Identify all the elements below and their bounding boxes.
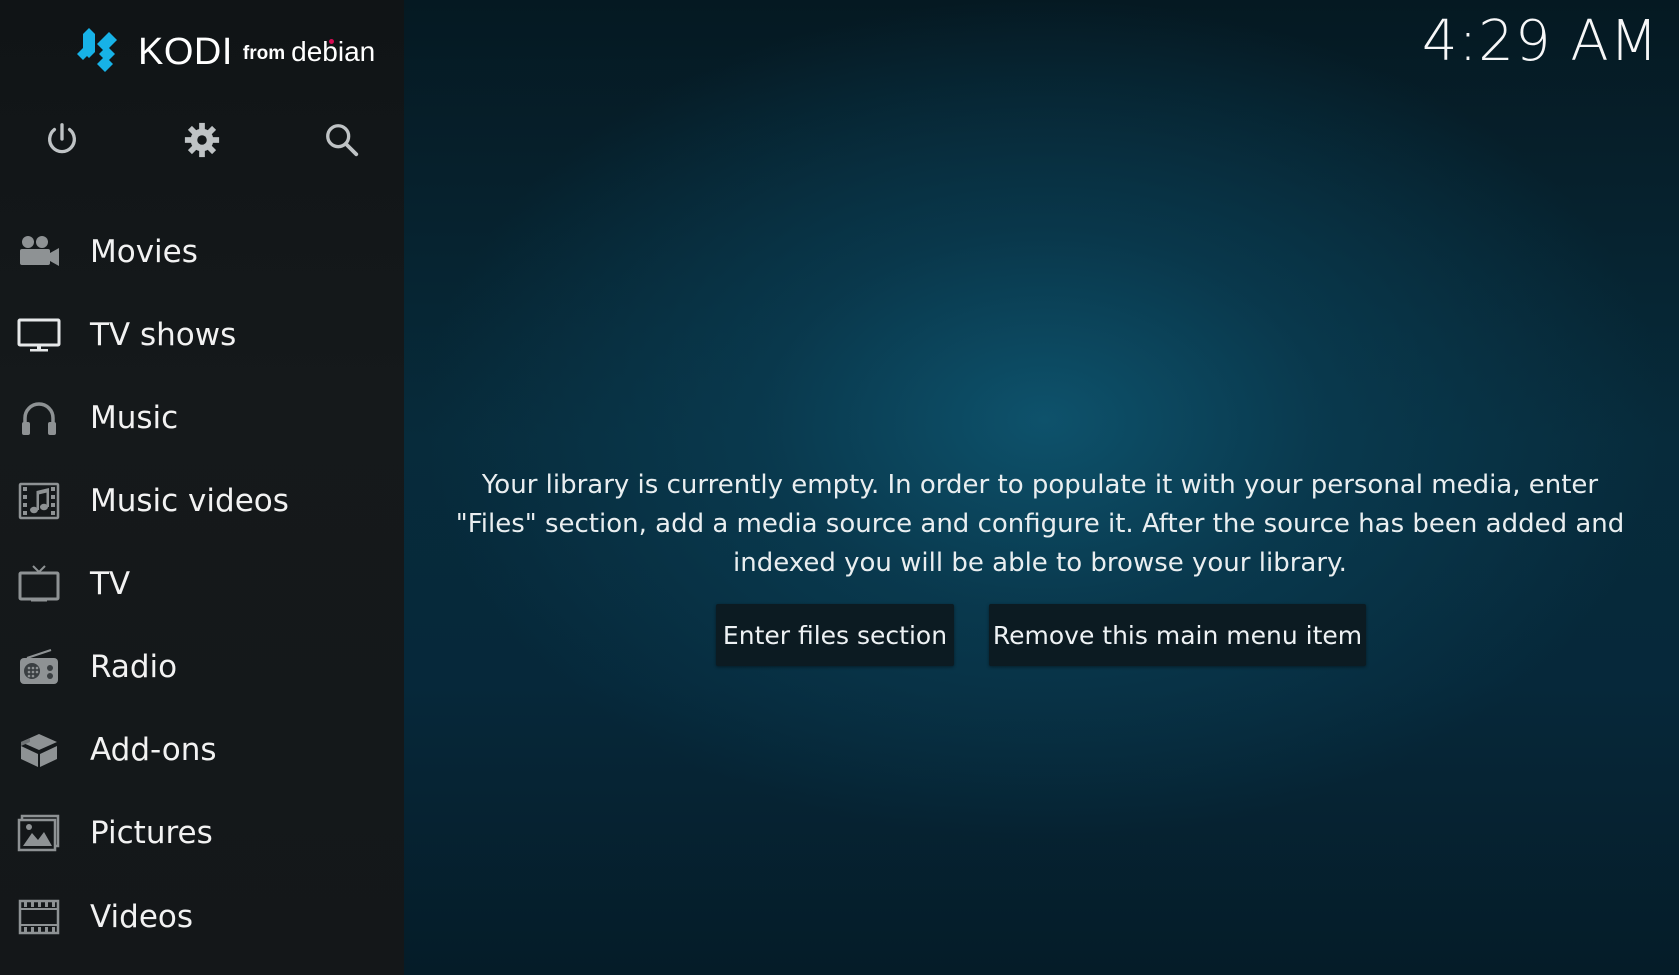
sidebar-item-label: Radio: [90, 648, 178, 685]
sidebar-item-movies[interactable]: Movies: [0, 222, 404, 282]
sidebar-item-pictures[interactable]: Pictures: [0, 803, 404, 863]
sidebar-item-music[interactable]: Music: [0, 388, 404, 448]
sidebar-item-label: Movies: [90, 233, 198, 270]
sidebar-item-label: Pictures: [90, 814, 213, 851]
sidebar-item-label: Videos: [90, 898, 194, 935]
sidebar-item-tv-shows[interactable]: TV shows: [0, 305, 404, 365]
addons-box-icon: [16, 730, 62, 770]
tv-antenna-icon: [16, 564, 62, 604]
picture-icon: [16, 813, 62, 853]
search-icon: [326, 124, 359, 157]
sidebar-item-label: Music videos: [90, 482, 289, 519]
kodi-logo: KODI from debian: [76, 26, 375, 78]
sidebar-item-tv[interactable]: TV: [0, 554, 404, 614]
sidebar-item-radio[interactable]: Radio: [0, 637, 404, 697]
remove-main-menu-item-button[interactable]: Remove this main menu item: [989, 604, 1366, 666]
kodi-wordmark: KODI: [138, 31, 233, 73]
logo-from-text: from: [242, 42, 286, 64]
sidebar-item-videos[interactable]: Videos: [0, 887, 404, 947]
search-button[interactable]: [320, 118, 364, 162]
sidebar-item-label: TV shows: [90, 316, 237, 353]
settings-button[interactable]: [180, 118, 224, 162]
music-video-icon: [16, 481, 62, 521]
sidebar-item-label: Add-ons: [90, 731, 217, 768]
sidebar: KODI from debian Movies TV shows Music M…: [0, 0, 404, 975]
logo-debian-text: debian: [291, 36, 376, 67]
sidebar-item-addons[interactable]: Add-ons: [0, 720, 404, 780]
radio-icon: [16, 647, 62, 687]
sidebar-item-label: Music: [90, 399, 179, 436]
movie-camera-icon: [16, 232, 62, 272]
kodi-logo-icon: [77, 28, 117, 72]
sidebar-item-label: TV: [90, 565, 131, 602]
monitor-icon: [16, 315, 62, 355]
sidebar-item-music-videos[interactable]: Music videos: [0, 471, 404, 531]
empty-library-message: Your library is currently empty. In orde…: [455, 470, 1625, 578]
power-icon: [48, 123, 76, 154]
film-strip-icon: [16, 897, 62, 937]
kodi-window: KODI from debian Movies TV shows Music M…: [0, 0, 1679, 975]
enter-files-section-button[interactable]: Enter files section: [716, 604, 954, 666]
gear-icon: [184, 122, 220, 158]
headphones-icon: [16, 398, 62, 438]
power-button[interactable]: [40, 118, 84, 162]
clock: 4:29 AM: [1421, 9, 1659, 74]
